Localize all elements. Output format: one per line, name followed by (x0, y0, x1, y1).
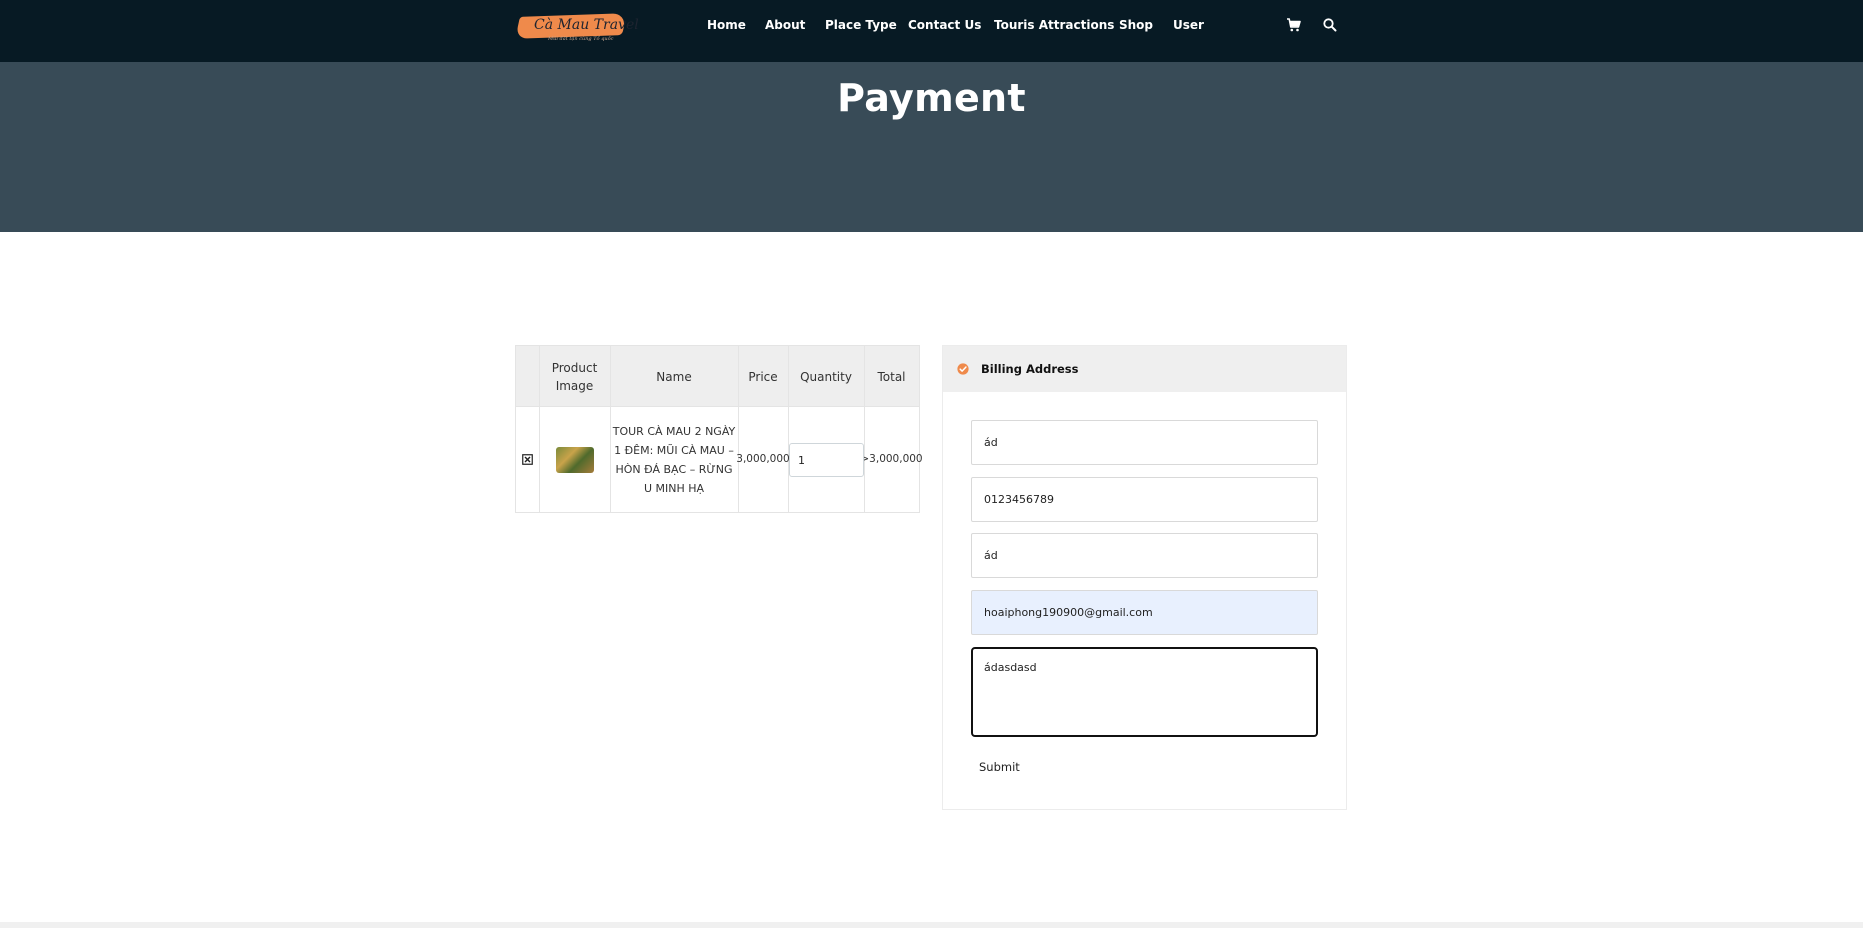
column-header-remove (516, 346, 539, 407)
column-header-quantity: Quantity (800, 369, 852, 384)
quantity-input[interactable] (789, 443, 864, 477)
nav-item-about[interactable]: About (765, 18, 805, 32)
table-cell-price: 3,000,000 (736, 453, 790, 465)
nav-item-touris-attractions[interactable]: Touris Attractions (994, 18, 1114, 32)
phone-field[interactable] (971, 477, 1318, 522)
column-header-total: Total (877, 369, 906, 384)
nav-item-user[interactable]: User (1173, 18, 1204, 32)
column-header-name: Name (656, 369, 692, 384)
nav-item-contact-us[interactable]: Contact Us (908, 18, 981, 32)
table-cell-remove (516, 407, 539, 512)
cart-table: Product Image Name Price Quantity Total … (515, 345, 923, 513)
check-circle-icon (957, 363, 969, 375)
billing-header: Billing Address (943, 346, 1346, 392)
column-header-price: Price (748, 369, 778, 384)
search-icon[interactable] (1322, 17, 1338, 33)
nav-item-shop[interactable]: Shop (1119, 18, 1153, 32)
table-cell-total: >3,000,000 (860, 453, 923, 465)
cart-icon[interactable] (1286, 17, 1302, 33)
billing-panel: Billing Address ádasdasd Submit (942, 345, 1347, 810)
site-logo[interactable]: Cà Mau Travel Mũi đất tận cùng Tổ quốc (515, 13, 639, 43)
footer-edge (0, 922, 1863, 928)
name-field[interactable] (971, 420, 1318, 465)
nav-item-place-type[interactable]: Place Type (825, 18, 897, 32)
tour-thumbnail[interactable] (555, 446, 594, 473)
nav-item-home[interactable]: Home (707, 18, 746, 32)
page-title: Payment (837, 76, 1026, 120)
note-textarea[interactable]: ádasdasd (971, 647, 1318, 737)
address-field[interactable] (971, 533, 1318, 578)
column-header-product-image: Product Image (551, 360, 598, 393)
logo-text: Cà Mau Travel (534, 17, 639, 33)
email-field[interactable] (971, 590, 1318, 635)
billing-title: Billing Address (981, 362, 1079, 376)
table-cell-product-image (539, 407, 610, 512)
logo-tagline: Mũi đất tận cùng Tổ quốc (548, 36, 614, 42)
submit-button[interactable]: Submit (979, 760, 1020, 774)
close-box-icon[interactable] (522, 454, 533, 465)
top-navbar: Cà Mau Travel Mũi đất tận cùng Tổ quốc H… (0, 0, 1863, 62)
column-divider (788, 346, 789, 512)
table-cell-name[interactable]: TOUR CÀ MAU 2 NGÀY 1 ĐÊM: MŨI CÀ MAU – H… (610, 407, 738, 512)
